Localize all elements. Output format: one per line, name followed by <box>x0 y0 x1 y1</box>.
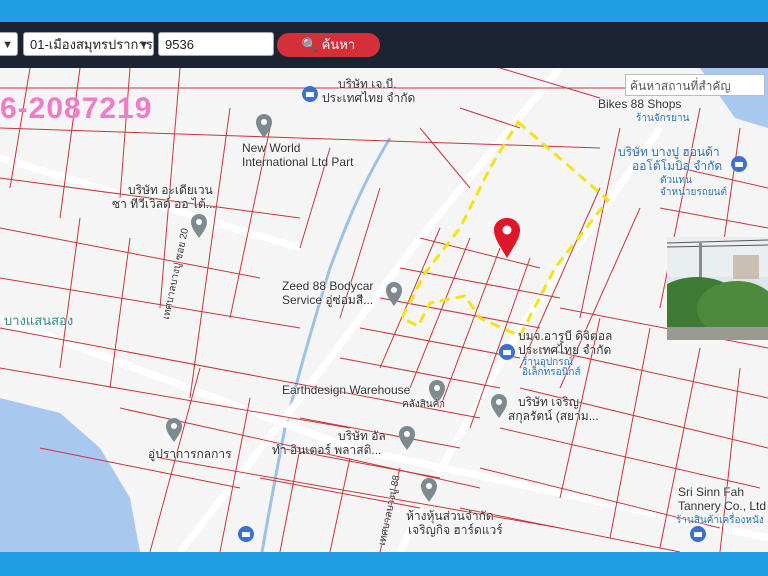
place-search-input[interactable]: ค้นหาสถานที่สำคัญ <box>625 74 765 96</box>
store-icon <box>238 526 254 542</box>
map-view[interactable]: 6-2087219 ค้นหาสถานที่สำคัญ New World In… <box>0 68 768 552</box>
district-select[interactable]: 01-เมืองสมุทรปราการ ▼ <box>23 32 154 56</box>
poi-label: บริษัท เจริญ <box>518 395 580 409</box>
poi-label: Service อู่ซ่อมสี... <box>282 293 374 307</box>
poi-label: Zeed 88 Bodycar <box>282 279 374 293</box>
poi-label: Bikes 88 Shops <box>598 97 682 111</box>
area-label: บางแสนสอง <box>4 313 74 328</box>
parcel-map-layer <box>0 68 768 552</box>
search-icon: 🔍 <box>301 37 319 52</box>
poi-label: ประเทศไทย จำกัด <box>322 91 416 105</box>
store-icon <box>690 526 706 542</box>
store-icon <box>499 344 515 360</box>
poi-pin-icon <box>256 114 272 138</box>
poi-pin-icon <box>491 394 507 418</box>
poi-label: อิเล็กทรอนิกส์ <box>522 367 581 378</box>
district-select-value: 01-เมืองสมุทรปราการ <box>30 37 153 52</box>
poi-label: ร้านสินค้าเครื่องหนัง <box>676 515 764 526</box>
chevron-down-icon: ▼ <box>138 39 149 51</box>
search-button[interactable]: 🔍 ค้นหา <box>277 33 380 57</box>
phone-number-overlay: 6-2087219 <box>0 92 153 125</box>
sea-area <box>0 398 140 552</box>
poi-label: ซา ทีวีเวิลด์ ออ ไต้... <box>112 197 216 211</box>
poi-label: เจริญกิจ ฮาร์ดแวร์ <box>408 523 503 537</box>
poi-label: คลังสินค้า <box>402 399 445 410</box>
poi-label: บริษัท เจ.บี. <box>338 77 397 91</box>
poi-pin-icon <box>166 418 182 442</box>
poi-label: ร้านจักรยาน <box>636 113 690 124</box>
store-icon <box>731 156 747 172</box>
parcel-number-value: 9536 <box>165 37 194 52</box>
poi-label: International Ltd Part <box>242 155 354 169</box>
poi-label: ห้างหุ้นส่วนจำกัด <box>406 509 494 523</box>
poi-label: ออโต้โมบิล จำกัด <box>632 159 723 173</box>
search-button-label: ค้นหา <box>321 37 356 52</box>
poi-pin-icon <box>399 426 415 450</box>
bottom-frame-bar <box>0 552 768 576</box>
poi-label: บริษัท บางปู ฮอนด้า <box>618 145 720 159</box>
poi-label: อู่ปราการกลการ <box>148 447 232 461</box>
street-view-image <box>667 237 768 340</box>
poi-label: สกุลรัตน์ (สยาม... <box>508 409 599 423</box>
chevron-down-icon: ▼ <box>2 39 13 51</box>
street-view-thumbnail[interactable] <box>667 237 768 340</box>
poi-label: Tannery Co., Ltd <box>678 499 767 513</box>
store-icon <box>302 86 318 102</box>
poi-label: บริษัท อะเดียเวน <box>128 183 213 197</box>
top-frame-bar <box>0 0 768 22</box>
poi-pin-icon <box>191 214 207 238</box>
province-select[interactable]: ▼ <box>0 32 18 56</box>
poi-label: Earthdesign Warehouse <box>282 383 411 397</box>
poi-label: บมจ.อารูบี ดิจิตอล <box>518 329 613 343</box>
parcel-number-input[interactable]: 9536 <box>158 32 274 56</box>
poi-label: New World <box>242 141 301 155</box>
location-marker-icon[interactable] <box>494 218 520 258</box>
poi-label: Sri Sinn Fah <box>678 485 745 499</box>
poi-label: ทำ อินเตอร์ พลาสติ... <box>272 443 382 457</box>
poi-pin-icon <box>386 282 402 306</box>
poi-label: จำหน่ายรถยนต์ <box>660 187 727 198</box>
search-toolbar: ▼ 01-เมืองสมุทรปราการ ▼ 9536 🔍 ค้นหา <box>0 22 768 68</box>
poi-label: บริษัท อัล <box>338 429 386 443</box>
